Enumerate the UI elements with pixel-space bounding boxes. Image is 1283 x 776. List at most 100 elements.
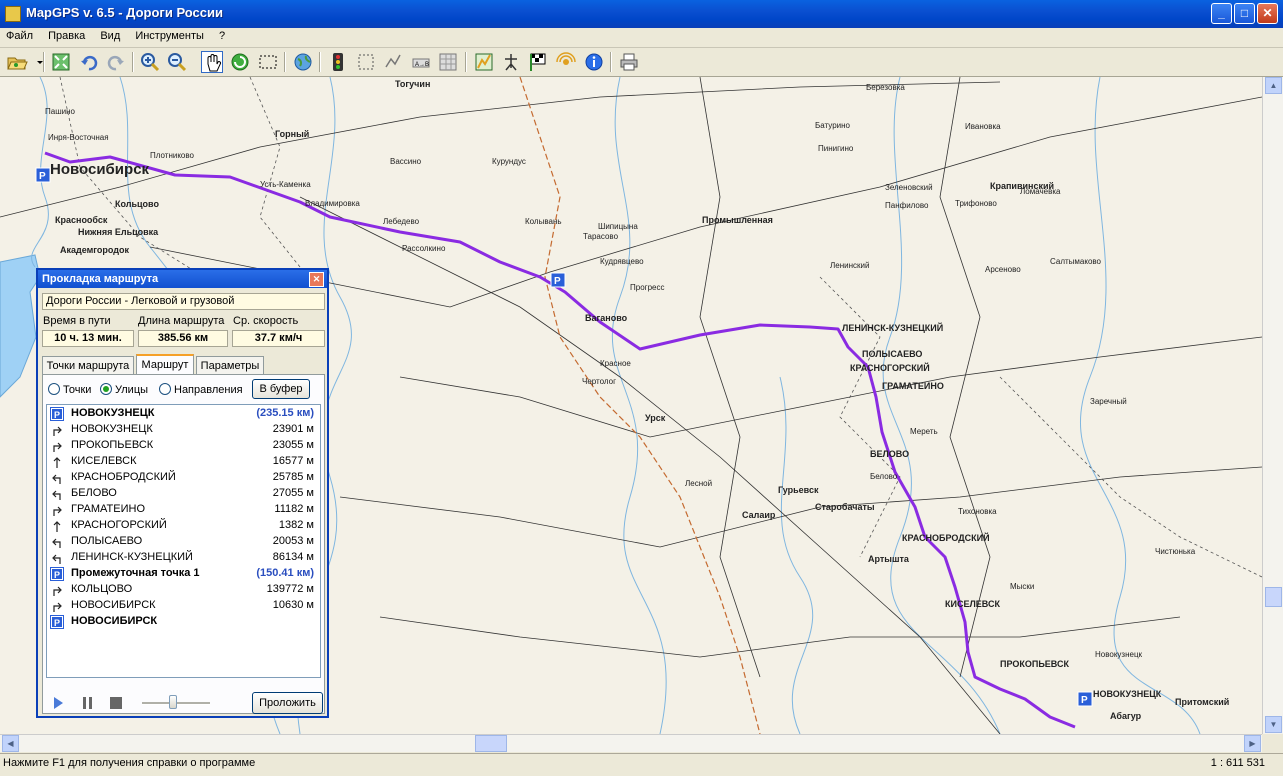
select-icon[interactable] (355, 51, 377, 73)
points-icon[interactable] (382, 51, 404, 73)
scroll-up-icon[interactable]: ▲ (1265, 77, 1282, 94)
route-step-row[interactable]: ПОЛЫСАЕВО 20053 м (47, 534, 317, 550)
svg-text:P: P (1081, 695, 1088, 706)
parking-icon: P (50, 567, 64, 581)
radio-points[interactable]: Точки (48, 383, 91, 396)
horizontal-scrollbar[interactable]: ◀ ▶ (0, 734, 1262, 752)
town-label: Урск (645, 413, 666, 423)
route-step-distance: (235.15 км) (256, 407, 314, 419)
zoom-out-icon[interactable] (166, 51, 188, 73)
menu-tools[interactable]: Инструменты (129, 28, 210, 42)
route-step-row[interactable]: НОВОКУЗНЕЦК 23901 м (47, 422, 317, 438)
copy-to-buffer-button[interactable]: В буфер (252, 379, 310, 399)
town-label: Салаир (742, 510, 776, 520)
route-step-row[interactable]: БЕЛОВО 27055 м (47, 486, 317, 502)
city-label: БЕЛОВО (870, 449, 910, 459)
route-step-row[interactable]: ПРОКОПЬЕВСК 23055 м (47, 438, 317, 454)
tab-parameters[interactable]: Параметры (196, 356, 264, 374)
slider-thumb[interactable] (169, 695, 177, 709)
menu-help[interactable]: ? (213, 28, 231, 42)
fit-map-icon[interactable] (50, 51, 72, 73)
parking-icon: P (50, 615, 64, 629)
scroll-thumb[interactable] (1265, 587, 1282, 607)
town-label: Усть-Каменка (260, 180, 311, 189)
select-rect-icon[interactable] (257, 51, 279, 73)
hand-icon[interactable] (201, 51, 223, 73)
route-step-row[interactable]: ЛЕНИНСК-КУЗНЕЦКИЙ 86134 м (47, 550, 317, 566)
finish-flags-icon[interactable] (527, 51, 549, 73)
radio-streets[interactable]: Улицы (100, 383, 148, 396)
scroll-down-icon[interactable]: ▼ (1265, 716, 1282, 733)
town-label: Новокузнецк (1095, 650, 1143, 659)
tab-route-points[interactable]: Точки маршрута (42, 356, 134, 374)
radio-directions[interactable]: Направления (159, 383, 243, 396)
route-step-distance: 86134 м (272, 551, 314, 563)
town-label: Абагур (1110, 711, 1142, 721)
route-waypoint-row[interactable]: P НОВОКУЗНЕЦК (235.15 км) (47, 406, 317, 422)
route-step-name: КИСЕЛЕВСК (71, 455, 137, 467)
open-icon[interactable] (6, 51, 28, 73)
route-step-row[interactable]: КОЛЬЦОВО 139772 м (47, 582, 317, 598)
route-step-row[interactable]: ГРАМАТЕИНО 11182 м (47, 502, 317, 518)
time-label: Время в пути (43, 315, 111, 327)
route-step-row[interactable]: КРАСНОГОРСКИЙ 1382 м (47, 518, 317, 534)
tab-route[interactable]: Маршрут (136, 354, 194, 374)
turn-right-icon (51, 504, 63, 516)
menu-file[interactable]: Файл (0, 28, 39, 42)
redo-icon[interactable] (105, 51, 127, 73)
route-step-row[interactable]: КИСЕЛЕВСК 16577 м (47, 454, 317, 470)
globe-icon[interactable] (292, 51, 314, 73)
print-icon[interactable] (618, 51, 640, 73)
time-value: 10 ч. 13 мин. (42, 330, 134, 347)
close-icon[interactable]: ✕ (309, 272, 324, 287)
route-waypoint-row[interactable]: P НОВОСИБИРСК (47, 614, 317, 630)
pause-icon[interactable] (78, 694, 98, 712)
vertical-scrollbar[interactable]: ▲ ▼ (1262, 77, 1283, 734)
undo-icon[interactable] (78, 51, 100, 73)
traffic-light-icon[interactable] (327, 51, 349, 73)
city-label: ЛЕНИНСК-КУЗНЕЦКИЙ (842, 323, 944, 333)
route-step-name: НОВОСИБИРСК (71, 615, 158, 627)
town-label: Панфилово (885, 201, 929, 210)
town-label: Шипицына (598, 222, 638, 231)
route-ab-icon[interactable]: A→B (410, 51, 432, 73)
turn-left-icon (51, 472, 63, 484)
toolbar: A→B (0, 48, 1283, 77)
scroll-right-icon[interactable]: ▶ (1244, 735, 1261, 752)
menu-bar: Файл Правка Вид Инструменты ? (0, 28, 1283, 48)
refresh-icon[interactable] (229, 51, 251, 73)
info-icon[interactable] (583, 51, 605, 73)
route-step-name: ПОЛЫСАЕВО (71, 535, 143, 547)
dropdown-icon[interactable] (29, 51, 43, 73)
town-label: Академгородок (60, 245, 129, 255)
speed-value: 37.7 км/ч (232, 330, 325, 347)
speed-slider[interactable] (142, 695, 210, 709)
town-label: Чертолог (582, 377, 617, 386)
turn-left-icon (51, 552, 63, 564)
route-steps-list[interactable]: P НОВОКУЗНЕЦК (235.15 км) НОВОКУЗНЕЦК 23901 … (46, 404, 321, 678)
menu-edit[interactable]: Правка (42, 28, 91, 42)
profile-field[interactable]: Дороги России - Легковой и грузовой (42, 293, 325, 310)
play-icon[interactable] (48, 694, 68, 712)
satellite-icon[interactable] (555, 51, 577, 73)
antenna-icon[interactable] (500, 51, 522, 73)
close-button[interactable]: ✕ (1257, 3, 1278, 24)
table-icon[interactable] (437, 51, 459, 73)
stats-icon[interactable] (473, 51, 495, 73)
window-title: MapGPS v. 6.5 - Дороги России (26, 5, 223, 20)
route-waypoint-row[interactable]: P Промежуточная точка 1 (150.41 км) (47, 566, 317, 582)
town-label: Мыски (1010, 582, 1035, 591)
scroll-left-icon[interactable]: ◀ (2, 735, 19, 752)
stop-icon[interactable] (106, 694, 126, 712)
route-step-row[interactable]: КРАСНОБРОДСКИЙ 25785 м (47, 470, 317, 486)
town-label: Артышта (868, 554, 909, 564)
scroll-thumb[interactable] (475, 735, 507, 752)
city-label: Новосибирск (50, 161, 150, 178)
menu-view[interactable]: Вид (94, 28, 126, 42)
maximize-button[interactable]: □ (1234, 3, 1255, 24)
route-step-row[interactable]: НОВОСИБИРСК 10630 м (47, 598, 317, 614)
route-step-name: Промежуточная точка 1 (71, 567, 200, 579)
build-route-button[interactable]: Проложить (252, 692, 323, 714)
zoom-in-icon[interactable] (139, 51, 161, 73)
minimize-button[interactable]: _ (1211, 3, 1232, 24)
